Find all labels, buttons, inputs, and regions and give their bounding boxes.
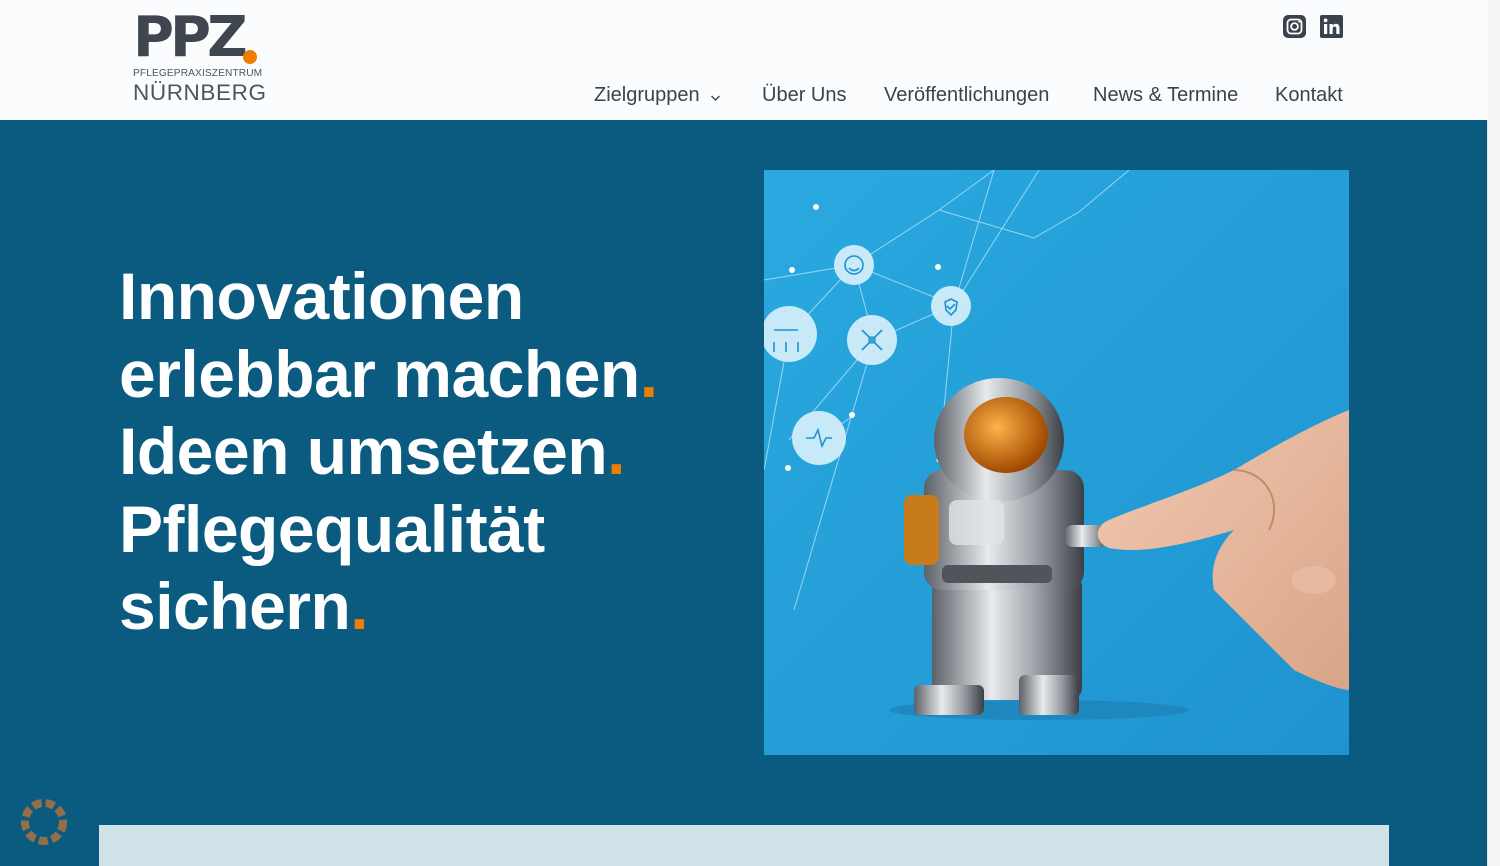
accent-dot: . bbox=[639, 336, 658, 411]
accent-dot: . bbox=[607, 414, 625, 488]
page-scrollbar[interactable] bbox=[1487, 0, 1500, 866]
accent-dot: . bbox=[350, 569, 369, 643]
hero-heading: Innovationen erlebbar machen. Ideen umse… bbox=[119, 258, 658, 646]
hero-line: sichern. bbox=[119, 568, 658, 646]
nav-item-ueber-uns[interactable]: Über Uns bbox=[762, 80, 846, 110]
hero-line-text: Innovationen bbox=[119, 259, 524, 333]
hero-line: Ideen umsetzen. bbox=[119, 413, 658, 491]
hero-line-text: Ideen umsetzen bbox=[119, 414, 608, 488]
instagram-icon[interactable] bbox=[1283, 15, 1306, 38]
cookie-settings-icon[interactable] bbox=[20, 798, 68, 846]
logo-dot bbox=[243, 50, 257, 64]
hero-line: erlebbar machen. bbox=[119, 336, 658, 414]
chevron-down-icon bbox=[710, 81, 721, 111]
main-navigation: Zielgruppen Über Uns Veröffentlichungen … bbox=[0, 80, 1488, 110]
hero-line-text: Pflegequalität bbox=[119, 491, 545, 566]
site-header: PPZ PFLEGEPRAXISZENTRUM NÜRNBERG Zielgru… bbox=[0, 0, 1488, 120]
nav-label: Zielgruppen bbox=[594, 84, 700, 106]
nav-item-zielgruppen[interactable]: Zielgruppen bbox=[594, 80, 721, 110]
hero-line: Pflegequalität bbox=[119, 491, 658, 569]
hero-line: Innovationen bbox=[119, 258, 658, 336]
nav-item-veroeffentlichungen[interactable]: Veröffentlichungen bbox=[884, 80, 1049, 110]
content-panel bbox=[99, 825, 1389, 866]
nav-item-kontakt[interactable]: Kontakt bbox=[1275, 80, 1343, 110]
linkedin-icon[interactable] bbox=[1320, 15, 1343, 38]
hero-robot-image bbox=[764, 170, 1349, 755]
hero-line-text: erlebbar machen bbox=[119, 336, 640, 411]
logo-subtitle: PFLEGEPRAXISZENTRUM bbox=[133, 68, 263, 79]
logo-wordmark: PPZ bbox=[133, 5, 248, 70]
hero-line-text: sichern bbox=[119, 569, 351, 643]
nav-item-news-termine[interactable]: News & Termine bbox=[1093, 80, 1238, 110]
